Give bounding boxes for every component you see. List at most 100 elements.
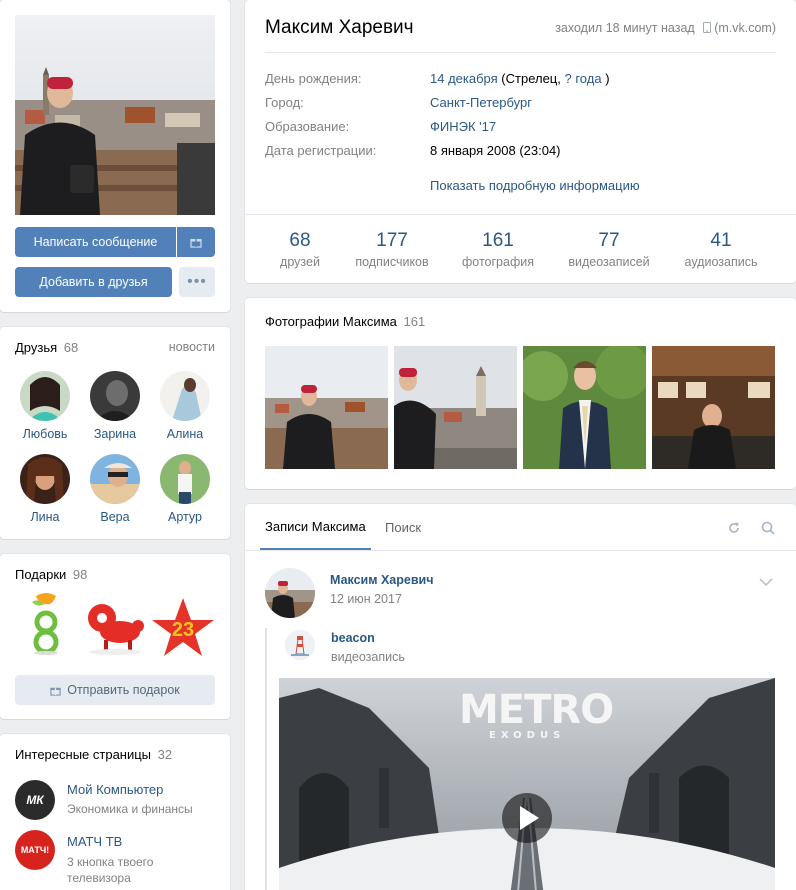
gifts-card: Подарки 98 23 Отправить подарок — [0, 554, 230, 719]
friends-card: Друзья 68 новости Любовь Зарина Алина Ли… — [0, 327, 230, 539]
pages-count: 32 — [157, 747, 173, 762]
page-desc: Экономика и финансы — [67, 802, 193, 816]
photos-header[interactable]: Фотографии Максима 161 — [265, 314, 425, 329]
page-desc: 3 кнопка твоего телевизора — [67, 855, 154, 885]
send-gift-button[interactable]: Отправить подарок — [15, 675, 215, 705]
education-value[interactable]: ФИНЭК '17 — [430, 119, 496, 134]
gift-item[interactable] — [82, 596, 148, 656]
avatar[interactable] — [265, 568, 315, 618]
post-date[interactable]: 12 июн 2017 — [330, 592, 402, 606]
add-friend-label: Добавить в друзья — [39, 275, 148, 289]
gifts-header[interactable]: Подарки 98 — [15, 567, 87, 582]
education-label: Образование: — [265, 119, 350, 134]
avatar — [160, 454, 210, 504]
friend-item[interactable]: Алина — [150, 371, 220, 441]
show-more-link[interactable]: Показать подробную информацию — [430, 178, 640, 193]
repost-type: видеозапись — [331, 650, 405, 664]
friends-title: Друзья — [15, 340, 58, 355]
friends-news-link[interactable]: новости — [169, 340, 215, 354]
photo-thumbnail[interactable] — [523, 346, 646, 469]
avatar — [90, 454, 140, 504]
send-message-label: Написать сообщение — [33, 235, 158, 249]
more-dots-icon: ••• — [187, 273, 207, 290]
friend-name: Любовь — [22, 427, 68, 441]
avatar[interactable] — [285, 630, 315, 660]
send-message-button[interactable]: Написать сообщение — [15, 227, 176, 257]
friend-name: Артур — [168, 510, 202, 524]
friend-name: Зарина — [93, 427, 137, 441]
repost-author[interactable]: beacon — [331, 631, 375, 645]
tab-wall-search[interactable]: Поиск — [385, 504, 421, 550]
mobile-phone-icon — [703, 22, 712, 33]
page-logo: МАТЧ! — [15, 830, 55, 870]
avatar — [20, 371, 70, 421]
avatar — [90, 371, 140, 421]
gifts-count: 98 — [72, 567, 88, 582]
stat-audio[interactable]: 41 аудиозапись — [661, 230, 781, 269]
friends-count: 68 — [63, 340, 79, 355]
page-item[interactable]: МАТЧ! МАТЧ ТВ 3 кнопка твоего телевизора — [15, 830, 225, 890]
divider — [245, 550, 796, 551]
stat-followers[interactable]: 177 подписчиков — [332, 230, 452, 269]
photo-thumbnail[interactable] — [265, 346, 388, 469]
divider — [265, 52, 776, 53]
search-icon[interactable] — [761, 521, 775, 535]
friend-item[interactable]: Любовь — [10, 371, 80, 441]
avatar — [160, 371, 210, 421]
pages-title: Интересные страницы — [15, 747, 152, 762]
friend-name: Вера — [100, 510, 130, 524]
page-item[interactable]: МК Мой Компьютер Экономика и финансы — [15, 778, 225, 822]
page-logo: МК — [15, 780, 55, 820]
send-gift-small-button[interactable] — [177, 227, 215, 257]
friend-name: Алина — [166, 427, 204, 441]
gifts-title: Подарки — [15, 567, 67, 582]
photo-thumbnail[interactable] — [394, 346, 517, 469]
video-title-sub: EXODUS — [489, 730, 566, 741]
registration-value: 8 января 2008 (23:04) — [430, 143, 561, 158]
gift-icon — [190, 239, 202, 248]
page-name: МАТЧ ТВ — [67, 834, 123, 849]
gift-icon — [50, 687, 61, 696]
profile-photo[interactable] — [15, 15, 215, 215]
avatar — [20, 454, 70, 504]
video-player[interactable]: METRO EXODUS — [279, 678, 775, 890]
repost-line — [265, 628, 267, 890]
stat-videos[interactable]: 77 видеозаписей — [549, 230, 669, 269]
profile-avatar-card: Написать сообщение Добавить в друзья ••• — [0, 0, 230, 312]
video-title-main: METRO — [459, 687, 614, 733]
add-friend-button[interactable]: Добавить в друзья — [15, 267, 172, 297]
gift-item[interactable]: 23 — [150, 596, 216, 660]
profile-name: Максим Харевич — [265, 17, 414, 38]
friends-header[interactable]: Друзья 68 — [15, 340, 78, 355]
photos-title: Фотографии Максима — [265, 314, 397, 329]
refresh-icon[interactable] — [727, 521, 741, 535]
wall-card: Записи Максима Поиск Максим Харевич 12 и… — [245, 504, 796, 890]
stats-row: 68 друзей 177 подписчиков 161 фотография 77… — [245, 216, 796, 283]
svg-text:23: 23 — [172, 619, 194, 641]
registration-label: Дата регистрации: — [265, 143, 377, 158]
friend-item[interactable]: Лина — [10, 454, 80, 524]
photo-thumbnail[interactable] — [652, 346, 775, 469]
chevron-down-icon[interactable] — [759, 578, 773, 586]
friend-item[interactable]: Вера — [80, 454, 150, 524]
post-author[interactable]: Максим Харевич — [330, 573, 433, 587]
birthday-label: День рождения: — [265, 71, 362, 86]
pages-header[interactable]: Интересные страницы 32 — [15, 747, 172, 762]
city-label: Город: — [265, 95, 304, 110]
profile-info-card: Максим Харевич заходил 18 минут назад (m… — [245, 0, 796, 283]
stat-photos[interactable]: 161 фотография — [438, 230, 558, 269]
photos-count: 161 — [403, 314, 426, 329]
friend-item[interactable]: Артур — [150, 454, 220, 524]
photos-card: Фотографии Максима 161 — [245, 298, 796, 489]
interesting-pages-card: Интересные страницы 32 МК Мой Компьютер … — [0, 734, 230, 890]
city-value[interactable]: Санкт-Петербург — [430, 95, 532, 110]
friend-item[interactable]: Зарина — [80, 371, 150, 441]
page-name: Мой Компьютер — [67, 782, 164, 797]
birthday-value: 14 декабря (Стрелец, ? года ) — [430, 71, 610, 86]
friend-name: Лина — [30, 510, 60, 524]
tab-wall-posts[interactable]: Записи Максима — [260, 504, 371, 550]
send-gift-label: Отправить подарок — [67, 683, 180, 697]
more-actions-button[interactable]: ••• — [179, 267, 215, 297]
divider — [245, 214, 796, 215]
gift-item[interactable] — [22, 592, 70, 656]
